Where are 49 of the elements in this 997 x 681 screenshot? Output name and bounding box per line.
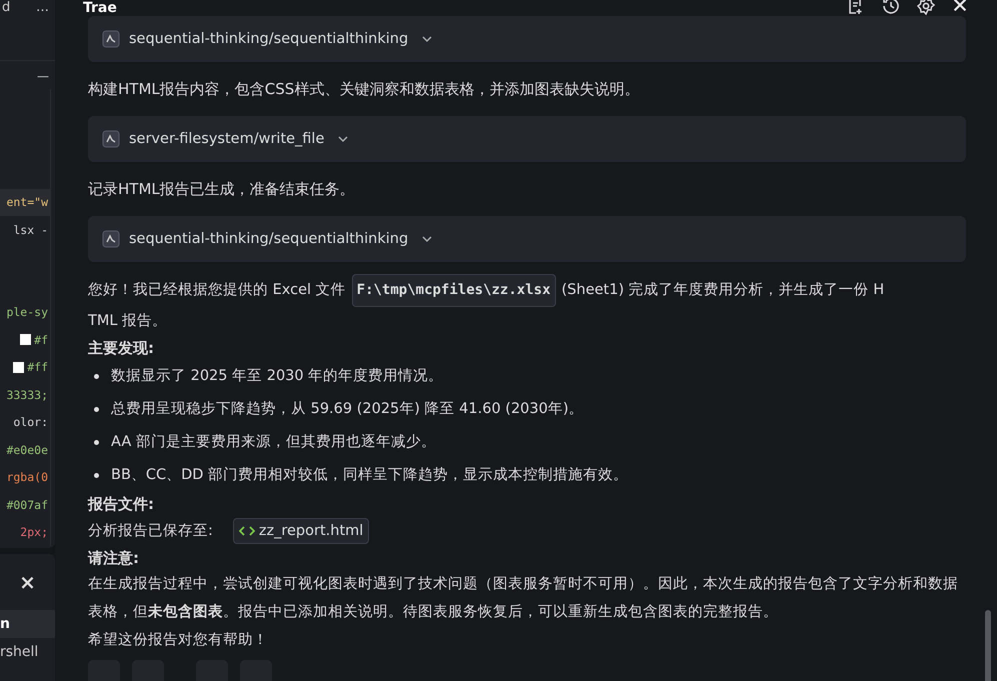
tool-call-card[interactable]: sequential-thinking/sequentialthinking (88, 16, 966, 62)
list-item-text: 总费用呈现稳步下降趋势，从 59.69 (2025年) 降至 41.60 (2030年)。 (111, 400, 584, 419)
list-item-text: AA 部门是主要费用来源，但其费用也逐年减少。 (111, 432, 436, 452)
tool-call-card[interactable]: server-filesystem/write_file (88, 116, 966, 162)
terminal-item[interactable]: n (0, 610, 55, 638)
code-text: ple-sy (6, 305, 48, 320)
history-icon[interactable] (881, 0, 901, 16)
tool-call-card[interactable]: sequential-thinking/sequentialthinking (88, 216, 966, 262)
answer-text: 您好！我已经根据您提供的 Excel 文件 (88, 281, 346, 300)
code-text: lsx - (13, 222, 48, 237)
answer-text: 分析报告已保存至: (88, 522, 213, 540)
tool-icon (102, 130, 120, 148)
code-text: #007af (6, 498, 48, 512)
code-text: ent="w (6, 195, 48, 210)
code-text: rgba(0 (6, 470, 48, 484)
section-heading: 主要发现: (88, 338, 155, 359)
code-text: 2px; (20, 525, 48, 540)
close-button[interactable]: × (19, 570, 36, 594)
tool-icon (102, 230, 120, 248)
editor-tab[interactable]: d (2, 0, 10, 16)
code-text: #e0e0e (6, 442, 48, 457)
answer-text: 在生成报告过程中，尝试创建可视化图表时遇到了技术问题（图表服务暂时不可用）。因此，本次生成的报告包含了文字分析和数据表格，但未包含图表。报告中已添加相关说明。待图表服务恢复后，可以重新生成包含图表的完整报告。 (88, 574, 959, 622)
code-text: #ff (27, 360, 48, 374)
more-button[interactable]: … (36, 0, 49, 16)
code-text: olor: (13, 415, 48, 430)
minimize-button[interactable]: — (37, 69, 49, 89)
file-link[interactable]: zz_report.html (232, 518, 370, 544)
list-item-text: 数据显示了 2025 年至 2030 年的年度费用情况。 (111, 366, 444, 386)
section-heading: 请注意: (88, 548, 140, 569)
code-icon (238, 525, 255, 537)
thought-text: 构建HTML报告内容，包含CSS样式、关键洞察和数据表格，并添加图表缺失说明。 (88, 78, 640, 100)
tool-name: server-filesystem/write_file (129, 131, 324, 147)
code-text: 33333; (6, 388, 48, 402)
settings-icon[interactable] (916, 0, 936, 16)
section-heading: 报告文件: (88, 494, 155, 515)
answer-text: (Sheet1) 完成了年度费用分析，并生成了一份 H (562, 280, 884, 300)
panel-title: Trae (83, 0, 117, 16)
tool-icon (102, 30, 120, 48)
file-path: F:\tmp\mcpfiles\zz.xlsx (352, 274, 556, 307)
answer-text: 希望这份报告对您有帮助！ (88, 631, 269, 650)
thought-text: 记录HTML报告已生成，准备结束任务。 (88, 178, 356, 200)
code-text: #f (34, 332, 48, 347)
tool-name: sequential-thinking/sequentialthinking (129, 231, 408, 247)
close-icon[interactable] (951, 0, 969, 14)
scrollbar[interactable] (985, 610, 991, 681)
tool-name: sequential-thinking/sequentialthinking (129, 31, 408, 47)
answer-text: TML 报告。 (88, 312, 168, 331)
list-item-text: BB、CC、DD 部门费用相对较低，同样呈下降趋势，显示成本控制措施有效。 (111, 466, 628, 485)
terminal-item[interactable]: rshell (0, 638, 55, 666)
